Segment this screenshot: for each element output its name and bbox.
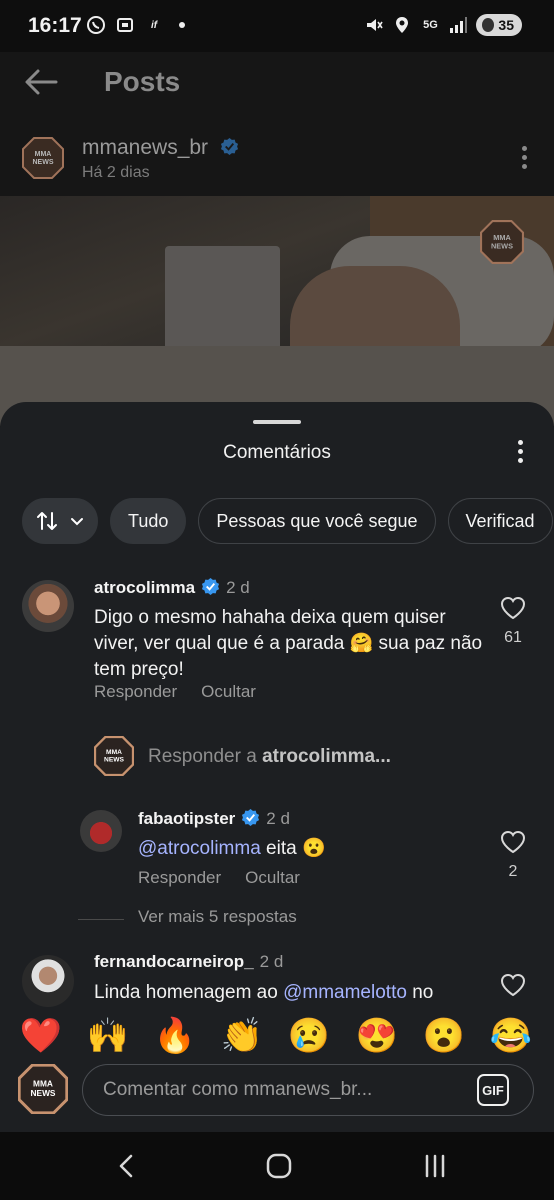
nav-recents-icon[interactable] (420, 1152, 450, 1180)
avatar[interactable] (80, 810, 122, 852)
emoji-laughing[interactable]: 😂 (489, 1016, 533, 1056)
location-icon (392, 15, 412, 35)
filter-chip-verified[interactable]: Verificad (447, 498, 553, 544)
mention-link[interactable]: @atrocolimma (138, 838, 261, 859)
like-count: 2 (508, 863, 518, 880)
comment-time: 2 d (226, 578, 250, 597)
svg-text:MMA: MMA (33, 1079, 53, 1089)
post-more-options-icon[interactable] (522, 146, 528, 172)
screenshot-icon (115, 15, 135, 35)
notification-icons: if (86, 15, 185, 35)
filter-chip-all[interactable]: Tudo (110, 498, 187, 544)
svg-text:NEWS: NEWS (491, 241, 513, 250)
like-control[interactable]: 61 (500, 596, 526, 647)
verified-badge-icon (220, 137, 238, 156)
hide-button[interactable]: Ocultar (201, 682, 256, 702)
like-control[interactable] (500, 973, 526, 1002)
signal-icon (448, 15, 468, 35)
svg-text:MMA: MMA (106, 749, 122, 756)
comment-input[interactable]: Comentar como mmanews_br... GIF (82, 1064, 534, 1116)
more-notifications-dot (179, 22, 185, 28)
battery-indicator: 35 (476, 14, 522, 36)
comment-text: @atrocolimma eita 😮 (138, 838, 326, 859)
page-title: Posts (104, 66, 181, 97)
emoji-quick-bar: ❤️ 🙌 🔥 👏 😢 😍 😮 😂 (0, 1010, 554, 1062)
emoji-clap[interactable]: 👏 (220, 1016, 264, 1056)
gif-button[interactable]: GIF (477, 1074, 509, 1106)
comment-username[interactable]: atrocolimma 2 d (94, 577, 250, 598)
reply-item: fabaotipster 2 d @atrocolimma eita 😮 Res… (0, 802, 554, 902)
mmanews-logo-avatar: MMA NEWS (94, 736, 134, 776)
filter-chip-following[interactable]: Pessoas que você segue (198, 498, 436, 544)
emoji-raised-hands[interactable]: 🙌 (86, 1016, 130, 1056)
svg-text:NEWS: NEWS (31, 1088, 56, 1098)
comment-username[interactable]: fernandocarneirop_ 2 d (94, 952, 283, 972)
mention-link[interactable]: @mmamelotto (283, 982, 407, 1003)
comment-time: 2 d (266, 809, 290, 828)
sheet-more-options-icon[interactable] (518, 440, 524, 466)
mute-icon (364, 15, 384, 35)
watermark-logo-icon: MMA NEWS (480, 220, 524, 264)
emoji-heart[interactable]: ❤️ (19, 1016, 63, 1056)
chevron-down-icon (71, 518, 83, 526)
comment-input-placeholder: Comentar como mmanews_br... (103, 1079, 373, 1100)
page-header: Posts (0, 52, 554, 112)
comment-item: atrocolimma 2 d Digo o mesmo hahaha deix… (0, 572, 554, 712)
post-image: MMA NEWS (0, 196, 554, 426)
comment-item: fernandocarneirop_ 2 d Linda homenagem ao… (0, 947, 554, 1017)
ifood-icon: if (150, 19, 158, 31)
mmanews-logo-avatar[interactable]: MMA NEWS (22, 137, 64, 179)
comment-actions: Responder Ocultar (138, 868, 300, 888)
back-arrow-icon[interactable] (22, 66, 60, 98)
network-5g-icon: 5G (423, 19, 438, 31)
hide-button[interactable]: Ocultar (245, 868, 300, 888)
mmanews-logo-avatar: MMA NEWS (18, 1064, 68, 1114)
like-count: 61 (504, 629, 522, 646)
reply-prompt[interactable]: MMA NEWS Responder a atrocolimma... (94, 736, 534, 776)
emoji-fire[interactable]: 🔥 (153, 1016, 197, 1056)
like-control[interactable]: 2 (500, 830, 526, 881)
comment-text: Digo o mesmo hahaha deixa quem quiser vi… (94, 607, 483, 680)
verified-badge-icon (242, 808, 260, 827)
sheet-title: Comentários (223, 442, 331, 463)
comment-time: 2 d (259, 952, 284, 971)
divider (78, 919, 124, 920)
verified-badge-icon (202, 577, 220, 596)
comment-username[interactable]: fabaotipster 2 d (138, 808, 290, 829)
view-more-replies[interactable]: Ver mais 5 respostas (78, 907, 478, 931)
whatsapp-icon (86, 15, 106, 35)
sort-button[interactable] (22, 498, 98, 544)
nav-back-icon[interactable] (112, 1152, 142, 1180)
avatar[interactable] (22, 955, 74, 1007)
reply-button[interactable]: Responder (138, 868, 221, 888)
sheet-drag-handle[interactable] (253, 420, 301, 424)
comment-actions: Responder Ocultar (94, 682, 256, 702)
comment-text: Linda homenagem ao @mmamelotto no (94, 982, 434, 1003)
post-author-name[interactable]: mmanews_br (82, 136, 239, 160)
heart-outline-icon[interactable] (500, 973, 526, 997)
comment-composer: MMA NEWS Comentar como mmanews_br... GIF (0, 1062, 554, 1132)
nav-home-icon[interactable] (264, 1152, 294, 1180)
emoji-heart-eyes[interactable]: 😍 (355, 1016, 399, 1056)
view-more-replies-label[interactable]: Ver mais 5 respostas (138, 907, 297, 927)
reply-prompt-text[interactable]: Responder a atrocolimma... (148, 746, 391, 768)
clock: 16:17 (28, 14, 82, 37)
comment-filters: Tudo Pessoas que você segue Verificad (22, 498, 554, 544)
emoji-crying[interactable]: 😢 (287, 1016, 331, 1056)
svg-text:MMA: MMA (35, 151, 52, 158)
nightstand-shape (165, 246, 280, 356)
svg-text:NEWS: NEWS (104, 757, 125, 764)
svg-text:NEWS: NEWS (33, 159, 54, 166)
system-icons: 5G 35 (364, 14, 522, 36)
system-nav-bar (0, 1132, 554, 1200)
emoji-surprised[interactable]: 😮 (422, 1016, 466, 1056)
heart-outline-icon[interactable] (500, 830, 526, 854)
post-author-row: MMA NEWS mmanews_br Há 2 dias (0, 112, 554, 196)
sort-arrows-icon (37, 512, 57, 530)
avatar[interactable] (22, 580, 74, 632)
post-time: Há 2 dias (82, 164, 150, 181)
reply-button[interactable]: Responder (94, 682, 177, 702)
status-bar: 16:17 if 5G 35 (0, 0, 554, 52)
heart-outline-icon[interactable] (500, 596, 526, 620)
